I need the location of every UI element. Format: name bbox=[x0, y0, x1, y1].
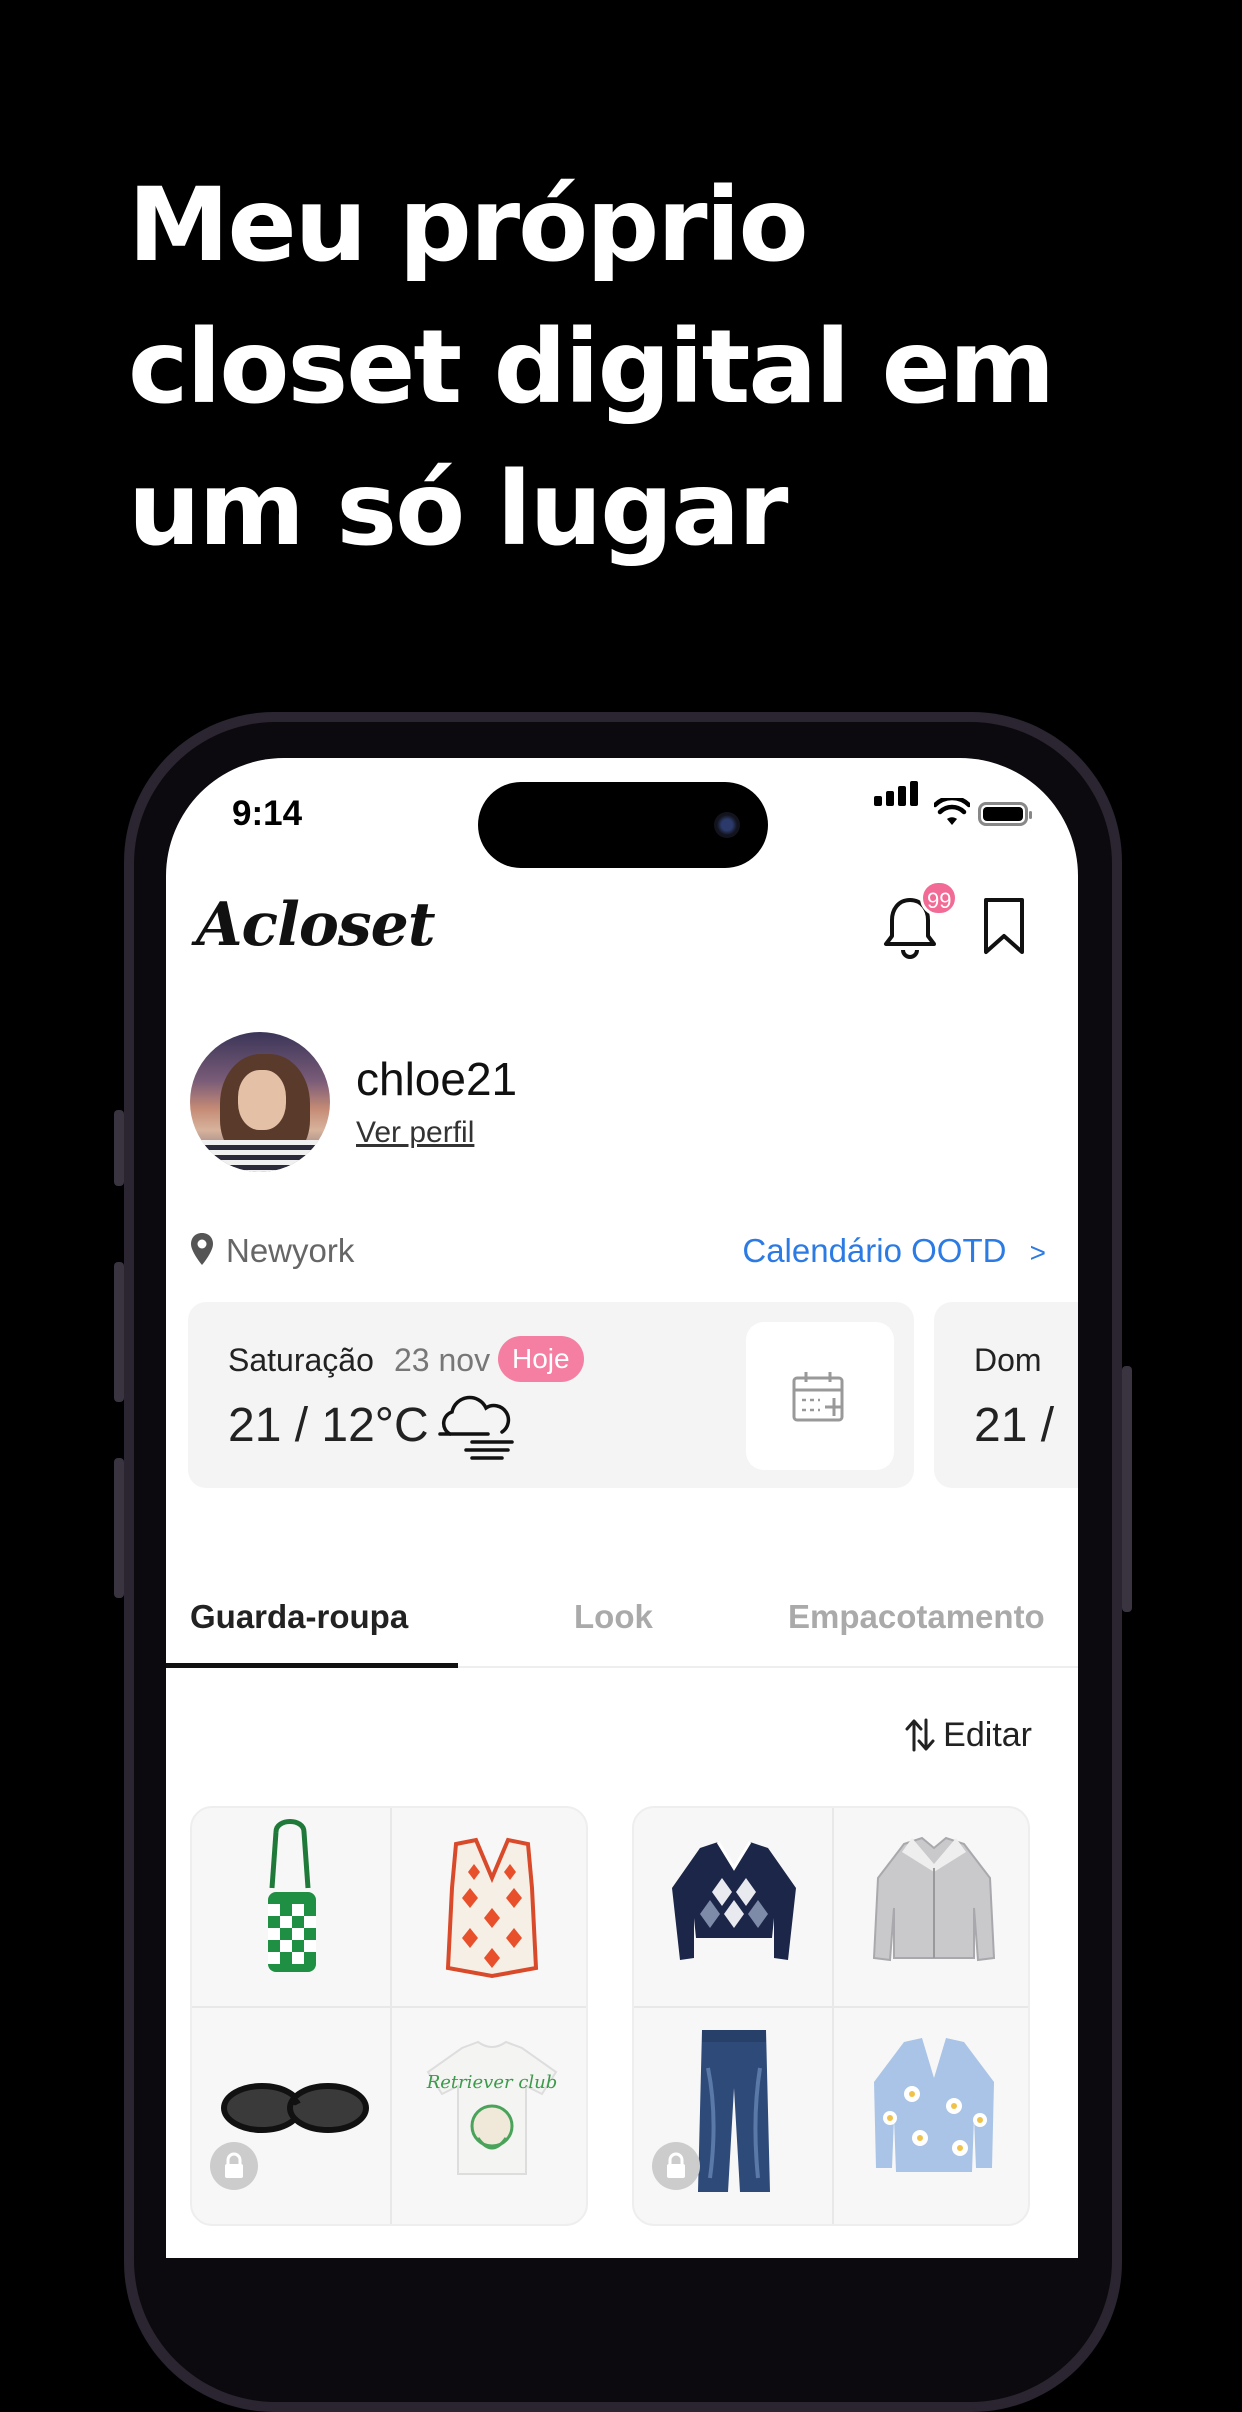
weather-temp-next: 21 / bbox=[974, 1399, 1055, 1452]
weather-date: 23 nov bbox=[394, 1342, 491, 1378]
white-graphic-tee[interactable]: Retriever club bbox=[392, 2008, 586, 2208]
bookmark-icon[interactable] bbox=[982, 896, 1026, 956]
blue-daisy-cardigan[interactable] bbox=[834, 2008, 1028, 2208]
phone-screen: 9:14 Acloset 99 chloe21 Ver perfil Newyo… bbox=[166, 758, 1078, 2258]
volume-up-button bbox=[114, 1262, 124, 1402]
tab-bar: Guarda-roupa Look Empacotamento bbox=[166, 1566, 1078, 1668]
headline-line-3: um só lugar bbox=[128, 450, 788, 569]
add-calendar-button[interactable] bbox=[746, 1322, 894, 1470]
status-bar: 9:14 bbox=[166, 758, 1078, 878]
black-sunglasses[interactable] bbox=[192, 2008, 391, 2208]
weather-day-next: Dom bbox=[974, 1342, 1042, 1378]
location-row: Newyork Calendário OOTD > bbox=[190, 1228, 1046, 1278]
chevron-right-icon: > bbox=[1029, 1237, 1046, 1268]
wifi-icon bbox=[934, 798, 970, 825]
mute-switch bbox=[114, 1110, 124, 1186]
view-profile-link[interactable]: Ver perfil bbox=[356, 1116, 474, 1150]
avatar[interactable] bbox=[190, 1032, 330, 1172]
ootd-calendar-label: Calendário OOTD bbox=[742, 1232, 1007, 1269]
front-camera-icon bbox=[714, 812, 740, 838]
grey-shearling-jacket[interactable] bbox=[834, 1808, 1028, 2008]
green-checker-bag[interactable] bbox=[192, 1808, 391, 2008]
weather-temp: 21 / 12°C bbox=[228, 1399, 429, 1452]
blue-jeans[interactable] bbox=[634, 2008, 833, 2208]
volume-down-button bbox=[114, 1458, 124, 1598]
tab-packing[interactable]: Empacotamento bbox=[788, 1598, 1045, 1636]
headline: Meu próprio closet digital em um só luga… bbox=[128, 155, 1128, 581]
headline-line-1: Meu próprio bbox=[128, 166, 809, 285]
dynamic-island bbox=[478, 782, 768, 868]
ootd-calendar-link[interactable]: Calendário OOTD > bbox=[742, 1232, 1046, 1270]
active-tab-indicator bbox=[166, 1663, 458, 1668]
calendar-add-icon bbox=[792, 1372, 844, 1422]
today-tag: Hoje bbox=[498, 1336, 584, 1382]
battery-icon bbox=[978, 802, 1032, 826]
fog-cloud-icon bbox=[438, 1395, 514, 1460]
red-argyle-vest[interactable] bbox=[392, 1808, 586, 2008]
closet-collection-2[interactable] bbox=[632, 1806, 1030, 2226]
tab-look[interactable]: Look bbox=[574, 1598, 653, 1636]
app-header: Acloset 99 bbox=[166, 878, 1078, 978]
notification-badge: 99 bbox=[920, 880, 959, 916]
status-time: 9:14 bbox=[232, 794, 303, 833]
lock-icon bbox=[210, 2142, 258, 2190]
app-logo: Acloset bbox=[196, 890, 436, 960]
power-button bbox=[1122, 1366, 1132, 1612]
username: chloe21 bbox=[356, 1053, 518, 1105]
headline-line-2: closet digital em bbox=[128, 308, 1055, 427]
graphic-tee-text: Retriever club bbox=[426, 2072, 558, 2093]
weather-card-today[interactable]: Saturação 23 nov Hoje 21 / 12°C bbox=[188, 1302, 914, 1488]
navy-argyle-sweater[interactable] bbox=[634, 1808, 833, 2008]
sort-arrows-icon bbox=[905, 1718, 935, 1752]
weather-card-next[interactable]: Dom 21 / bbox=[934, 1302, 1078, 1488]
edit-button[interactable]: Editar bbox=[905, 1716, 1032, 1755]
weather-day: Saturação bbox=[228, 1342, 374, 1378]
edit-label: Editar bbox=[943, 1716, 1032, 1754]
tab-wardrobe[interactable]: Guarda-roupa bbox=[190, 1598, 408, 1636]
city-label: Newyork bbox=[226, 1232, 355, 1269]
location-pin-icon bbox=[191, 1233, 213, 1265]
closet-collection-1[interactable]: Retriever club bbox=[190, 1806, 588, 2226]
lock-icon bbox=[652, 2142, 700, 2190]
